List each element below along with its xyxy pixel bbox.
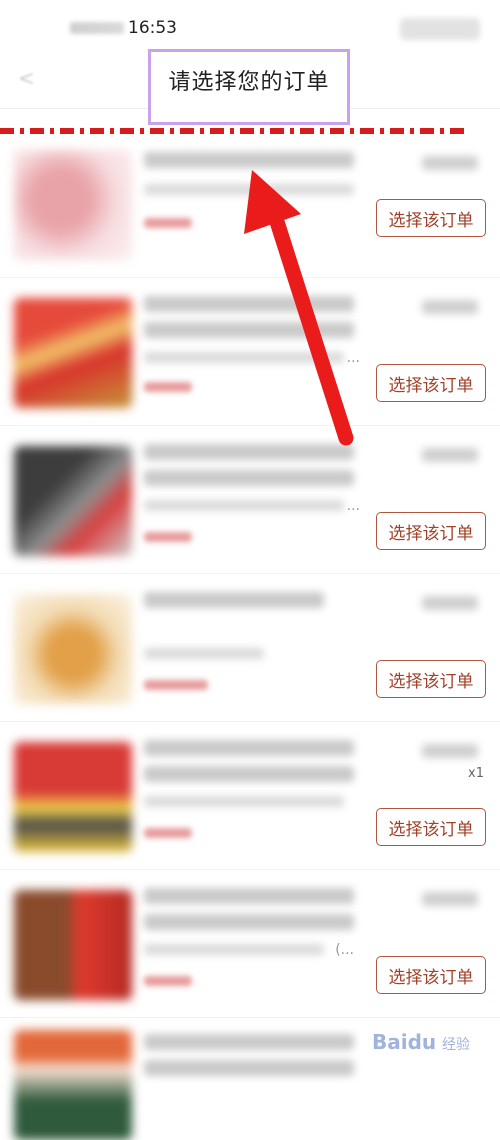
price-blurred bbox=[422, 448, 478, 462]
product-title-blurred bbox=[144, 296, 354, 312]
order-list: 选择该订单 ... 选择该订单 ... 选择该订单 选择该订单 x1 选择该订单… bbox=[0, 130, 500, 1140]
select-order-button[interactable]: 选择该订单 bbox=[376, 956, 486, 994]
price-blurred bbox=[422, 744, 478, 758]
price-blurred bbox=[422, 156, 478, 170]
order-item: ... 选择该订单 bbox=[0, 278, 500, 426]
order-status-blurred bbox=[144, 218, 192, 228]
product-image bbox=[14, 298, 132, 408]
product-image bbox=[14, 150, 132, 260]
order-item: (... 选择该订单 bbox=[0, 870, 500, 1018]
baidu-watermark: Baidu 经验 bbox=[372, 1030, 470, 1054]
order-item: 选择该订单 bbox=[0, 574, 500, 722]
more-text: ... bbox=[346, 350, 360, 366]
page-title: 请选择您的订单 bbox=[168, 70, 330, 95]
more-text: ... bbox=[346, 498, 360, 514]
price-blurred bbox=[422, 596, 478, 610]
order-status-blurred bbox=[144, 382, 192, 392]
product-spec-blurred bbox=[144, 796, 344, 807]
product-image bbox=[14, 594, 132, 704]
order-item: ... 选择该订单 bbox=[0, 426, 500, 574]
product-title-blurred bbox=[144, 766, 354, 782]
order-status-blurred bbox=[144, 976, 192, 986]
select-order-button[interactable]: 选择该订单 bbox=[376, 512, 486, 550]
product-title-blurred bbox=[144, 1034, 354, 1050]
select-order-button[interactable]: 选择该订单 bbox=[376, 199, 486, 237]
order-item: 选择该订单 bbox=[0, 130, 500, 278]
select-order-button[interactable]: 选择该订单 bbox=[376, 660, 486, 698]
price-blurred bbox=[422, 892, 478, 906]
back-icon[interactable]: < bbox=[18, 66, 38, 90]
product-title-blurred bbox=[144, 888, 354, 904]
product-title-blurred bbox=[144, 740, 354, 756]
product-spec-blurred bbox=[144, 944, 324, 955]
product-title-blurred bbox=[144, 322, 354, 338]
product-image bbox=[14, 890, 132, 1000]
order-status-blurred bbox=[144, 680, 208, 690]
product-title-blurred bbox=[144, 152, 354, 168]
product-title-blurred bbox=[144, 914, 354, 930]
product-title-blurred bbox=[144, 470, 354, 486]
battery-icon bbox=[400, 18, 480, 40]
signal-icon bbox=[70, 22, 124, 34]
product-image bbox=[14, 1030, 132, 1140]
status-bar: 16:53 bbox=[0, 0, 500, 56]
order-status-blurred bbox=[144, 828, 192, 838]
select-order-button[interactable]: 选择该订单 bbox=[376, 808, 486, 846]
product-title-blurred bbox=[144, 1060, 354, 1076]
product-title-blurred bbox=[144, 592, 324, 608]
product-spec-blurred bbox=[144, 500, 344, 511]
page-title-box: 请选择您的订单 bbox=[148, 49, 350, 125]
more-text: (... bbox=[335, 942, 354, 958]
product-spec-blurred bbox=[144, 184, 354, 195]
product-image bbox=[14, 446, 132, 556]
order-status-blurred bbox=[144, 532, 192, 542]
product-spec-blurred bbox=[144, 352, 344, 363]
annotation-dashed-line bbox=[0, 128, 470, 134]
product-title-blurred bbox=[144, 444, 354, 460]
status-time: 16:53 bbox=[128, 18, 177, 38]
product-spec-blurred bbox=[144, 648, 264, 659]
product-image bbox=[14, 742, 132, 852]
price-blurred bbox=[422, 300, 478, 314]
order-item: x1 选择该订单 bbox=[0, 722, 500, 870]
select-order-button[interactable]: 选择该订单 bbox=[376, 364, 486, 402]
quantity-label: x1 bbox=[468, 766, 484, 781]
